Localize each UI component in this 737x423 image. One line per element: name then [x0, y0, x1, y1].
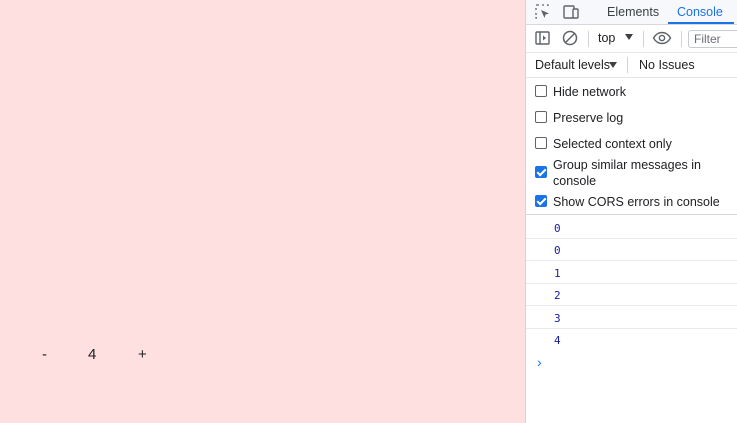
- eye-icon[interactable]: [652, 29, 672, 47]
- toolbar-divider: [681, 31, 682, 47]
- inspect-icon[interactable]: [534, 3, 552, 21]
- setting-label: Group similar messages in console: [553, 158, 701, 188]
- increment-button[interactable]: +: [138, 346, 147, 363]
- levels-bar: Default levels No Issues: [526, 53, 737, 78]
- checkbox[interactable]: [535, 111, 547, 123]
- checkbox[interactable]: [535, 85, 547, 97]
- filter-input[interactable]: [688, 30, 737, 48]
- inspected-page: - 4 +: [0, 0, 525, 423]
- log-value: 0: [554, 244, 561, 257]
- toolbar-divider: [588, 31, 589, 47]
- log-value: 4: [554, 334, 561, 347]
- devtools-panel: Elements Console top Filter Default leve…: [525, 0, 737, 423]
- device-toolbar-icon[interactable]: [562, 3, 580, 21]
- setting-label: Show CORS errors in console: [553, 195, 720, 209]
- toolbar-divider: [643, 31, 644, 47]
- console-message[interactable]: 3: [526, 307, 737, 329]
- console-message[interactable]: 2: [526, 284, 737, 306]
- console-message[interactable]: 4: [526, 329, 737, 351]
- console-prompt[interactable]: ›: [537, 354, 542, 370]
- checkbox-checked[interactable]: [535, 166, 547, 178]
- decrement-button[interactable]: -: [42, 346, 47, 363]
- issues-counter[interactable]: No Issues: [639, 58, 695, 72]
- tab-console[interactable]: Console: [677, 5, 723, 19]
- console-message[interactable]: 0: [526, 217, 737, 239]
- log-value: 0: [554, 222, 561, 235]
- log-value: 3: [554, 312, 561, 325]
- setting-label: Preserve log: [553, 111, 624, 125]
- console-toolbar: top: [526, 25, 737, 53]
- checkbox[interactable]: [535, 137, 547, 149]
- clear-console-icon[interactable]: [561, 29, 579, 47]
- chevron-down-icon[interactable]: [609, 62, 617, 68]
- console-message[interactable]: 0: [526, 239, 737, 261]
- setting-label: Selected context only: [553, 137, 672, 151]
- log-levels-dropdown[interactable]: Default levels: [535, 58, 610, 72]
- devtools-tabbar: Elements Console: [526, 0, 737, 25]
- counter-value: 4: [88, 346, 97, 363]
- levels-divider: [627, 57, 628, 73]
- chevron-down-icon[interactable]: [625, 34, 633, 40]
- checkbox-checked[interactable]: [535, 195, 547, 207]
- sidebar-toggle-icon[interactable]: [534, 29, 552, 47]
- console-message[interactable]: 1: [526, 262, 737, 284]
- log-value: 2: [554, 289, 561, 302]
- setting-label: Hide network: [553, 85, 626, 99]
- console-settings: Hide network Preserve log Selected conte…: [526, 78, 737, 215]
- log-value: 1: [554, 267, 561, 280]
- active-tab-indicator: [668, 22, 734, 24]
- context-selector[interactable]: top: [598, 31, 615, 45]
- tab-elements[interactable]: Elements: [607, 5, 659, 19]
